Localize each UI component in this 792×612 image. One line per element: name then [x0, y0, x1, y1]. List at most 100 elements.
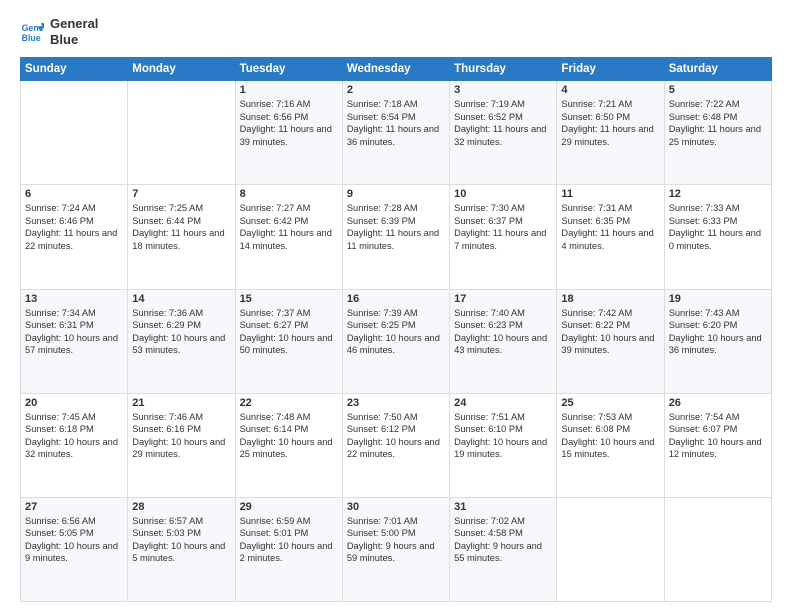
calendar-day-header: Monday	[128, 58, 235, 81]
cell-info: Sunrise: 7:21 AM Sunset: 6:50 PM Dayligh…	[561, 98, 659, 148]
day-number: 20	[25, 397, 123, 409]
cell-info: Sunrise: 7:18 AM Sunset: 6:54 PM Dayligh…	[347, 98, 445, 148]
calendar-cell: 18 Sunrise: 7:42 AM Sunset: 6:22 PM Dayli…	[557, 289, 664, 393]
cell-info: Sunrise: 7:46 AM Sunset: 6:16 PM Dayligh…	[132, 411, 230, 461]
calendar-cell: 1 Sunrise: 7:16 AM Sunset: 6:56 PM Daylig…	[235, 81, 342, 185]
day-number: 28	[132, 501, 230, 513]
cell-info: Sunrise: 7:45 AM Sunset: 6:18 PM Dayligh…	[25, 411, 123, 461]
day-number: 19	[669, 293, 767, 305]
day-number: 30	[347, 501, 445, 513]
cell-info: Sunrise: 7:40 AM Sunset: 6:23 PM Dayligh…	[454, 307, 552, 357]
calendar-header-row: SundayMondayTuesdayWednesdayThursdayFrid…	[21, 58, 772, 81]
calendar-cell: 9Sunrise: 7:28 AM Sunset: 6:39 PM Daylig…	[342, 185, 449, 289]
day-number: 26	[669, 397, 767, 409]
logo-text: General Blue	[50, 16, 98, 47]
cell-info: Sunrise: 7:31 AM Sunset: 6:35 PM Dayligh…	[561, 202, 659, 252]
calendar-cell: 11Sunrise: 7:31 AM Sunset: 6:35 PM Dayli…	[557, 185, 664, 289]
calendar-cell	[128, 81, 235, 185]
cell-info: Sunrise: 7:25 AM Sunset: 6:44 PM Dayligh…	[132, 202, 230, 252]
calendar-cell: 14Sunrise: 7:36 AM Sunset: 6:29 PM Dayli…	[128, 289, 235, 393]
cell-info: Sunrise: 7:28 AM Sunset: 6:39 PM Dayligh…	[347, 202, 445, 252]
calendar-day-header: Friday	[557, 58, 664, 81]
day-number: 5	[669, 84, 767, 96]
calendar-cell: 13Sunrise: 7:34 AM Sunset: 6:31 PM Dayli…	[21, 289, 128, 393]
cell-info: Sunrise: 7:19 AM Sunset: 6:52 PM Dayligh…	[454, 98, 552, 148]
day-number: 6	[25, 188, 123, 200]
cell-info: Sunrise: 7:24 AM Sunset: 6:46 PM Dayligh…	[25, 202, 123, 252]
cell-info: Sunrise: 7:02 AM Sunset: 4:58 PM Dayligh…	[454, 515, 552, 565]
cell-info: Sunrise: 7:53 AM Sunset: 6:08 PM Dayligh…	[561, 411, 659, 461]
calendar-cell: 17 Sunrise: 7:40 AM Sunset: 6:23 PM Dayli…	[450, 289, 557, 393]
calendar-cell: 19 Sunrise: 7:43 AM Sunset: 6:20 PM Dayli…	[664, 289, 771, 393]
day-number: 27	[25, 501, 123, 513]
calendar-cell: 2 Sunrise: 7:18 AM Sunset: 6:54 PM Daylig…	[342, 81, 449, 185]
calendar-cell: 22Sunrise: 7:48 AM Sunset: 6:14 PM Dayli…	[235, 393, 342, 497]
calendar-cell: 27 Sunrise: 6:56 AM Sunset: 5:05 PM Dayli…	[21, 497, 128, 601]
calendar-week-row: 6 Sunrise: 7:24 AM Sunset: 6:46 PM Daylig…	[21, 185, 772, 289]
day-number: 23	[347, 397, 445, 409]
day-number: 1	[240, 84, 338, 96]
day-number: 12	[669, 188, 767, 200]
day-number: 29	[240, 501, 338, 513]
cell-info: Sunrise: 7:34 AM Sunset: 6:31 PM Dayligh…	[25, 307, 123, 357]
calendar-cell: 31 Sunrise: 7:02 AM Sunset: 4:58 PM Dayli…	[450, 497, 557, 601]
calendar-cell: 21Sunrise: 7:46 AM Sunset: 6:16 PM Dayli…	[128, 393, 235, 497]
cell-info: Sunrise: 7:37 AM Sunset: 6:27 PM Dayligh…	[240, 307, 338, 357]
calendar-cell	[557, 497, 664, 601]
calendar-week-row: 20 Sunrise: 7:45 AM Sunset: 6:18 PM Dayli…	[21, 393, 772, 497]
calendar-cell: 4 Sunrise: 7:21 AM Sunset: 6:50 PM Daylig…	[557, 81, 664, 185]
day-number: 7	[132, 188, 230, 200]
calendar-cell: 8 Sunrise: 7:27 AM Sunset: 6:42 PM Daylig…	[235, 185, 342, 289]
cell-info: Sunrise: 6:56 AM Sunset: 5:05 PM Dayligh…	[25, 515, 123, 565]
day-number: 31	[454, 501, 552, 513]
calendar-week-row: 1 Sunrise: 7:16 AM Sunset: 6:56 PM Daylig…	[21, 81, 772, 185]
day-number: 18	[561, 293, 659, 305]
calendar-cell: 23 Sunrise: 7:50 AM Sunset: 6:12 PM Dayli…	[342, 393, 449, 497]
svg-text:Blue: Blue	[22, 32, 41, 42]
cell-info: Sunrise: 7:42 AM Sunset: 6:22 PM Dayligh…	[561, 307, 659, 357]
calendar-cell: 10 Sunrise: 7:30 AM Sunset: 6:37 PM Dayli…	[450, 185, 557, 289]
calendar-day-header: Thursday	[450, 58, 557, 81]
cell-info: Sunrise: 7:01 AM Sunset: 5:00 PM Dayligh…	[347, 515, 445, 565]
calendar-day-header: Wednesday	[342, 58, 449, 81]
cell-info: Sunrise: 7:54 AM Sunset: 6:07 PM Dayligh…	[669, 411, 767, 461]
cell-info: Sunrise: 7:16 AM Sunset: 6:56 PM Dayligh…	[240, 98, 338, 148]
day-number: 2	[347, 84, 445, 96]
day-number: 8	[240, 188, 338, 200]
cell-info: Sunrise: 7:30 AM Sunset: 6:37 PM Dayligh…	[454, 202, 552, 252]
calendar-cell: 29 Sunrise: 6:59 AM Sunset: 5:01 PM Dayli…	[235, 497, 342, 601]
logo: General Blue General Blue	[20, 16, 98, 47]
cell-info: Sunrise: 7:27 AM Sunset: 6:42 PM Dayligh…	[240, 202, 338, 252]
calendar-week-row: 27 Sunrise: 6:56 AM Sunset: 5:05 PM Dayli…	[21, 497, 772, 601]
day-number: 17	[454, 293, 552, 305]
calendar-cell: 28 Sunrise: 6:57 AM Sunset: 5:03 PM Dayli…	[128, 497, 235, 601]
cell-info: Sunrise: 6:59 AM Sunset: 5:01 PM Dayligh…	[240, 515, 338, 565]
calendar-day-header: Sunday	[21, 58, 128, 81]
day-number: 22	[240, 397, 338, 409]
day-number: 15	[240, 293, 338, 305]
calendar-table: SundayMondayTuesdayWednesdayThursdayFrid…	[20, 57, 772, 602]
calendar-cell: 6 Sunrise: 7:24 AM Sunset: 6:46 PM Daylig…	[21, 185, 128, 289]
day-number: 24	[454, 397, 552, 409]
calendar-week-row: 13Sunrise: 7:34 AM Sunset: 6:31 PM Dayli…	[21, 289, 772, 393]
calendar-cell: 26 Sunrise: 7:54 AM Sunset: 6:07 PM Dayli…	[664, 393, 771, 497]
calendar-day-header: Saturday	[664, 58, 771, 81]
day-number: 10	[454, 188, 552, 200]
cell-info: Sunrise: 7:33 AM Sunset: 6:33 PM Dayligh…	[669, 202, 767, 252]
cell-info: Sunrise: 7:22 AM Sunset: 6:48 PM Dayligh…	[669, 98, 767, 148]
cell-info: Sunrise: 7:51 AM Sunset: 6:10 PM Dayligh…	[454, 411, 552, 461]
calendar-cell: 30 Sunrise: 7:01 AM Sunset: 5:00 PM Dayli…	[342, 497, 449, 601]
calendar-day-header: Tuesday	[235, 58, 342, 81]
day-number: 4	[561, 84, 659, 96]
cell-info: Sunrise: 7:43 AM Sunset: 6:20 PM Dayligh…	[669, 307, 767, 357]
cell-info: Sunrise: 6:57 AM Sunset: 5:03 PM Dayligh…	[132, 515, 230, 565]
day-number: 3	[454, 84, 552, 96]
calendar-cell: 25Sunrise: 7:53 AM Sunset: 6:08 PM Dayli…	[557, 393, 664, 497]
calendar-cell: 20 Sunrise: 7:45 AM Sunset: 6:18 PM Dayli…	[21, 393, 128, 497]
cell-info: Sunrise: 7:36 AM Sunset: 6:29 PM Dayligh…	[132, 307, 230, 357]
calendar-cell	[664, 497, 771, 601]
cell-info: Sunrise: 7:50 AM Sunset: 6:12 PM Dayligh…	[347, 411, 445, 461]
calendar-cell: 24 Sunrise: 7:51 AM Sunset: 6:10 PM Dayli…	[450, 393, 557, 497]
logo-icon: General Blue	[20, 20, 44, 44]
calendar-cell	[21, 81, 128, 185]
